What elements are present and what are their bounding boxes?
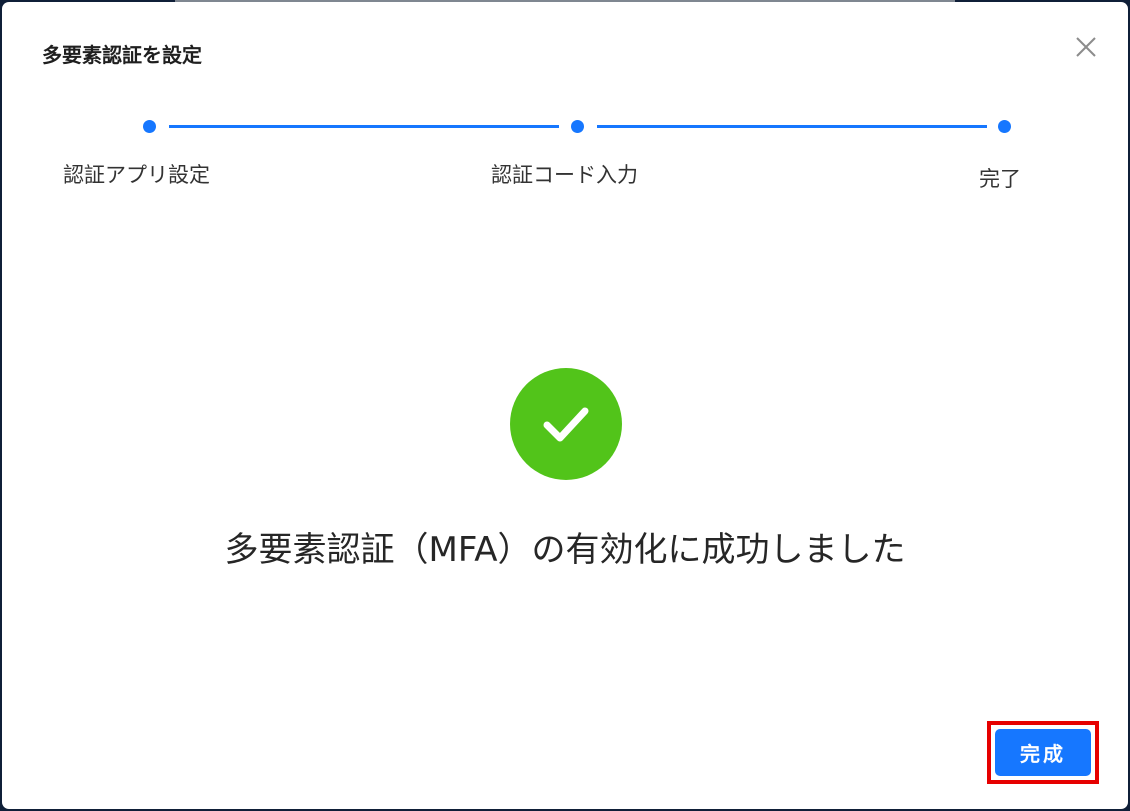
step-dot-2: [571, 120, 584, 133]
step-connector-2: [597, 125, 987, 128]
step-dot-3: [998, 120, 1011, 133]
mfa-setup-modal: 多要素認証を設定 認証アプリ設定 認証コード入力 完了 多要素認証（MFA）の有…: [2, 2, 1128, 809]
success-indicator: [510, 368, 622, 480]
step-label-code-entry: 認証コード入力: [491, 163, 638, 187]
step-connector-1: [169, 125, 559, 128]
step-dot-1: [143, 120, 156, 133]
step-label-complete: 完了: [979, 167, 1021, 191]
progress-steps: 認証アプリ設定 認証コード入力 完了: [2, 2, 1128, 202]
success-message: 多要素認証（MFA）の有効化に成功しました: [224, 530, 906, 570]
done-button[interactable]: 完成: [995, 729, 1091, 776]
check-circle-icon: [543, 407, 589, 442]
step-label-app-setup: 認証アプリ設定: [63, 163, 210, 187]
